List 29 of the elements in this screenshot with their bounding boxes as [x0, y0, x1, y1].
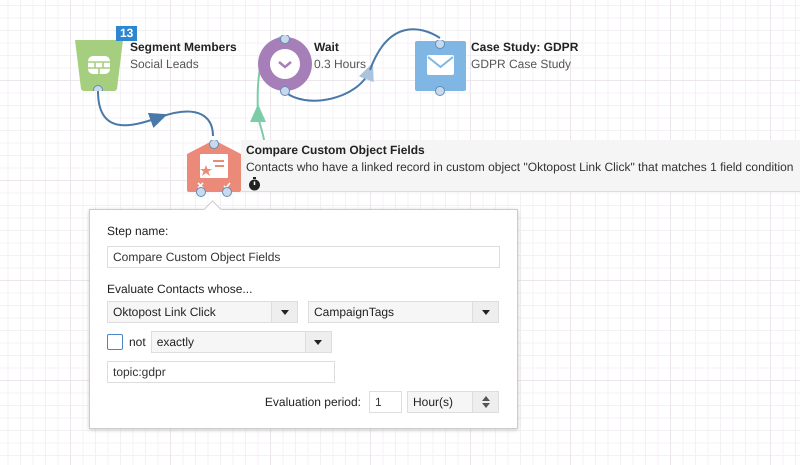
node-title: Case Study: GDPR — [471, 40, 578, 54]
object-dropdown[interactable]: Oktopost Link Click — [107, 301, 298, 323]
node-title: Compare Custom Object Fields — [246, 143, 425, 157]
segment-node-icon[interactable] — [75, 37, 123, 91]
value-field[interactable]: topic:gdpr — [107, 361, 335, 383]
stepper-icon — [482, 396, 490, 408]
count-badge: 13 — [116, 26, 138, 41]
field-label: Evaluation period: — [264, 395, 361, 409]
node-subtitle: GDPR Case Study — [471, 57, 572, 71]
unit-stepper[interactable]: Hour(s) — [407, 391, 499, 413]
checkbox[interactable] — [107, 334, 123, 350]
node-title: Wait — [314, 40, 340, 54]
step-name-field[interactable]: Compare Custom Object Fields — [107, 246, 500, 268]
email-node-icon[interactable] — [415, 40, 467, 96]
field-label: Evaluate Contacts whose... — [107, 282, 254, 296]
node-subtitle: 0.3 Hours — [314, 57, 366, 71]
caret-icon — [280, 310, 288, 314]
node-description: Contacts who have a linked record in custom object "Oktopost Link Click" that matches 1 field condition — [246, 160, 794, 174]
field-dropdown[interactable]: CampaignTags — [308, 301, 499, 323]
checkbox-label: not — [129, 335, 146, 349]
node-title: Segment Members — [130, 40, 237, 54]
operator-dropdown[interactable]: exactly — [150, 331, 332, 353]
node-subtitle: Social Leads — [130, 57, 200, 71]
compare-node-icon[interactable] — [187, 140, 241, 197]
clock-node-icon[interactable] — [257, 35, 315, 97]
caret-icon — [314, 340, 322, 344]
field-label: Step name: — [107, 224, 170, 238]
caret-icon — [482, 310, 490, 314]
period-field[interactable]: 1 — [369, 391, 402, 413]
